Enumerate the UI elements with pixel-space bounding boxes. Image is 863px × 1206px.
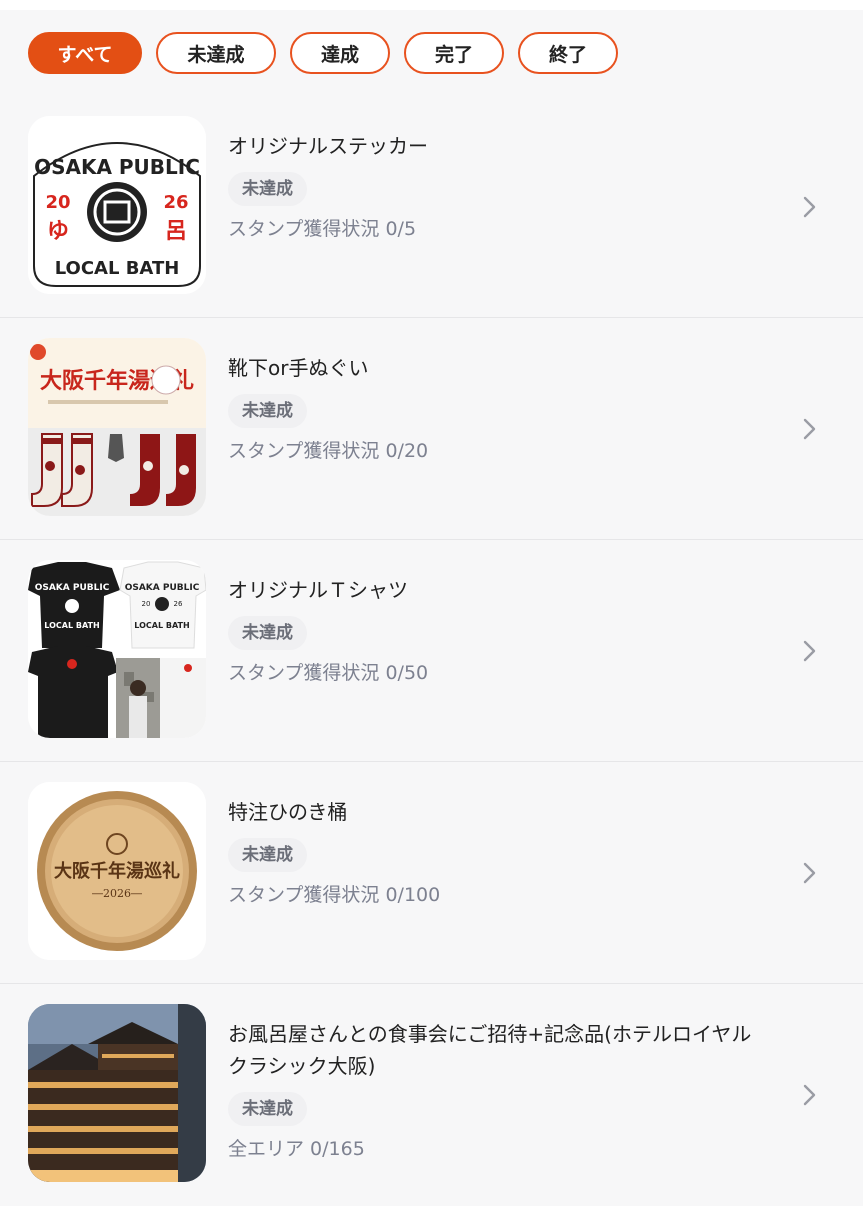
stamp-progress: スタンプ獲得状況 0/50: [228, 662, 429, 684]
sticker-top-text: OSAKA PUBLIC: [34, 155, 200, 179]
bucket-engraving: 大阪千年湯巡礼: [54, 860, 180, 882]
white-shirt-print: OSAKA PUBLIC: [125, 583, 200, 593]
chevron-right-icon: [795, 415, 823, 443]
reward-info: オリジナルＴシャツ 未達成 スタンプ獲得状況 0/50: [228, 574, 788, 688]
stamp-progress: スタンプ獲得状況 0/100: [228, 884, 441, 906]
status-badge: 未達成: [228, 1092, 307, 1126]
white-shirt-year-right: 26: [174, 600, 183, 608]
sticker-glyph-left: ゆ: [47, 219, 69, 244]
filter-all[interactable]: すべて: [28, 32, 142, 74]
chevron-right-icon: [795, 637, 823, 665]
filter-achieved[interactable]: 達成: [290, 32, 390, 74]
stamp-progress: スタンプ獲得状況 0/20: [228, 440, 429, 462]
status-badge: 未達成: [228, 838, 307, 872]
reward-title: お風呂屋さんとの食事会にご招待+記念品(ホテルロイヤルクラシック大阪): [228, 1022, 752, 1078]
black-shirt-print: OSAKA PUBLIC: [35, 583, 110, 593]
reward-info: お風呂屋さんとの食事会にご招待+記念品(ホテルロイヤルクラシック大阪) 未達成 …: [228, 1018, 768, 1164]
reward-list: OSAKA PUBLIC 20 26 ゆ 呂 LOCAL BATH オリジナルス…: [0, 96, 863, 1206]
chevron-right-icon: [795, 1081, 823, 1109]
filter-tabs: すべて 未達成 達成 完了 終了: [28, 32, 618, 76]
reward-info: 靴下or手ぬぐい 未達成 スタンプ獲得状況 0/20: [228, 352, 788, 466]
reward-item[interactable]: 大阪千年湯巡礼 ―2026― 特注ひのき桶 未達成 スタンプ獲得状況 0/100: [0, 762, 863, 984]
stamp-progress: スタンプ獲得状況 0/5: [228, 218, 417, 240]
reward-title: オリジナルステッカー: [228, 134, 428, 158]
status-badge: 未達成: [228, 394, 307, 428]
filter-ended[interactable]: 終了: [518, 32, 618, 74]
status-badge: 未達成: [228, 172, 307, 206]
tshirt-image: OSAKA PUBLIC LOCAL BATH OSAKA PUBLIC 20 …: [28, 560, 206, 738]
reward-item[interactable]: お風呂屋さんとの食事会にご招待+記念品(ホテルロイヤルクラシック大阪) 未達成 …: [0, 984, 863, 1206]
black-shirt-print-bottom: LOCAL BATH: [44, 621, 99, 630]
reward-title: 特注ひのき桶: [228, 800, 348, 824]
top-strip: [0, 0, 863, 10]
bucket-year: ―2026―: [92, 887, 142, 900]
filter-not-achieved[interactable]: 未達成: [156, 32, 276, 74]
reward-title: 靴下or手ぬぐい: [228, 356, 369, 380]
reward-item[interactable]: OSAKA PUBLIC 20 26 ゆ 呂 LOCAL BATH オリジナルス…: [0, 96, 863, 318]
status-badge: 未達成: [228, 616, 307, 650]
hotel-image: [28, 1004, 206, 1182]
area-progress: 全エリア 0/165: [228, 1138, 365, 1160]
reward-title: オリジナルＴシャツ: [228, 578, 408, 602]
sticker-year-right: 26: [163, 192, 188, 213]
reward-info: オリジナルステッカー 未達成 スタンプ獲得状況 0/5: [228, 130, 788, 244]
sticker-year-left: 20: [45, 192, 70, 213]
chevron-right-icon: [795, 859, 823, 887]
chevron-right-icon: [795, 193, 823, 221]
white-shirt-print-bottom: LOCAL BATH: [134, 621, 189, 630]
reward-info: 特注ひのき桶 未達成 スタンプ獲得状況 0/100: [228, 796, 788, 910]
reward-item[interactable]: OSAKA PUBLIC LOCAL BATH OSAKA PUBLIC 20 …: [0, 540, 863, 762]
sticker-image: OSAKA PUBLIC 20 26 ゆ 呂 LOCAL BATH: [28, 116, 206, 294]
socks-image: 大阪千年湯巡礼: [28, 338, 206, 516]
filter-completed[interactable]: 完了: [404, 32, 504, 74]
white-shirt-year-left: 20: [142, 600, 151, 608]
sticker-glyph-right: 呂: [165, 219, 187, 244]
bucket-image: 大阪千年湯巡礼 ―2026―: [28, 782, 206, 960]
sticker-bottom-text: LOCAL BATH: [55, 258, 180, 279]
reward-item[interactable]: 大阪千年湯巡礼 靴下or手ぬぐい 未達成 スタンプ獲得状況 0/20: [0, 318, 863, 540]
